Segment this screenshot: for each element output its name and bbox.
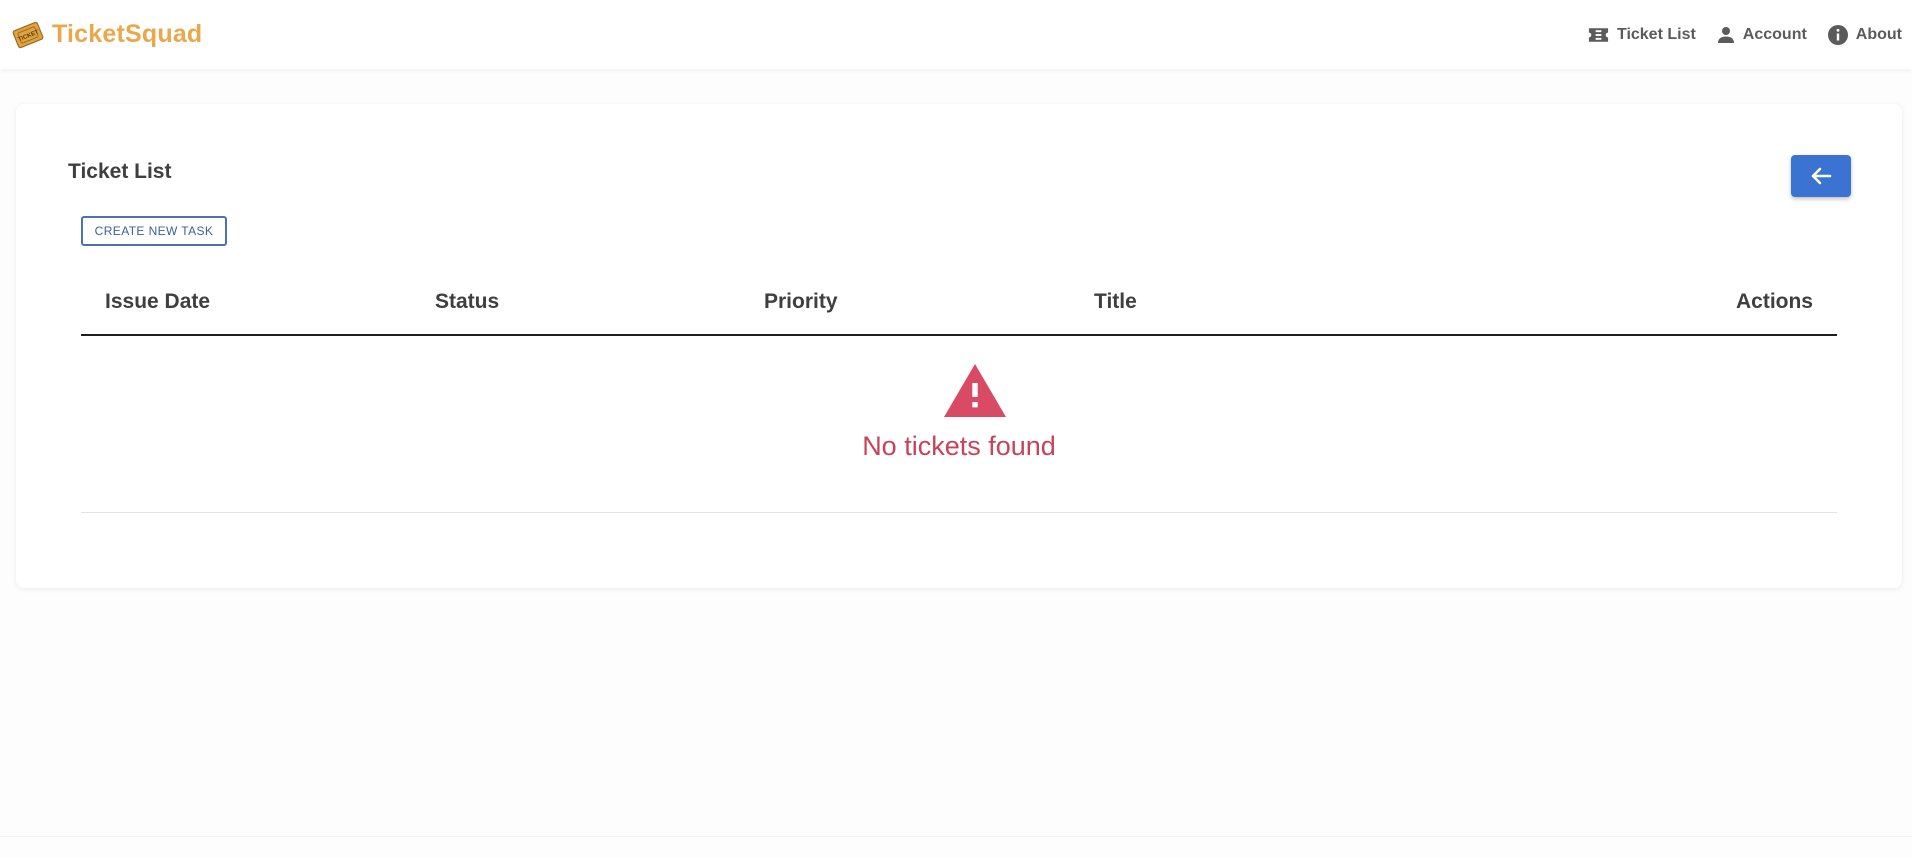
column-header-priority[interactable]: Priority [764,269,838,334]
top-navbar: TICKET TicketSquad Ticket List Account A… [0,0,1912,69]
brand[interactable]: TICKET TicketSquad [12,19,202,51]
nav-ticket-list-label: Ticket List [1616,25,1696,43]
person-icon [1717,26,1734,43]
column-header-title[interactable]: Title [1094,269,1137,334]
arrow-left-icon [1811,167,1832,185]
back-button[interactable] [1791,155,1851,197]
nav-ticket-list[interactable]: Ticket List [1587,26,1696,44]
empty-state-message: No tickets found [862,431,1056,461]
empty-state: No tickets found [81,336,1837,513]
footer-divider [0,836,1912,837]
nav-account-label: Account [1742,25,1807,43]
info-icon [1827,24,1848,45]
page-title: Ticket List [68,160,172,183]
nav-about[interactable]: About [1827,24,1902,46]
table-header-row: Issue Date Status Priority Title Actions [81,269,1837,336]
ticket-list-card: Ticket List CREATE NEW TASK Issue Date S… [16,104,1902,588]
column-header-issue-date[interactable]: Issue Date [105,269,210,334]
nav-about-label: About [1855,25,1902,43]
create-new-task-button[interactable]: CREATE NEW TASK [81,216,227,246]
column-header-status[interactable]: Status [435,269,499,334]
main-nav: Ticket List Account About [1587,24,1902,46]
nav-account[interactable]: Account [1716,25,1807,45]
brand-name: TicketSquad [52,20,203,48]
column-header-actions: Actions [1735,290,1813,313]
ticket-logo-icon: TICKET [12,21,44,48]
ticket-icon [1588,27,1609,42]
warning-icon [944,364,1006,417]
